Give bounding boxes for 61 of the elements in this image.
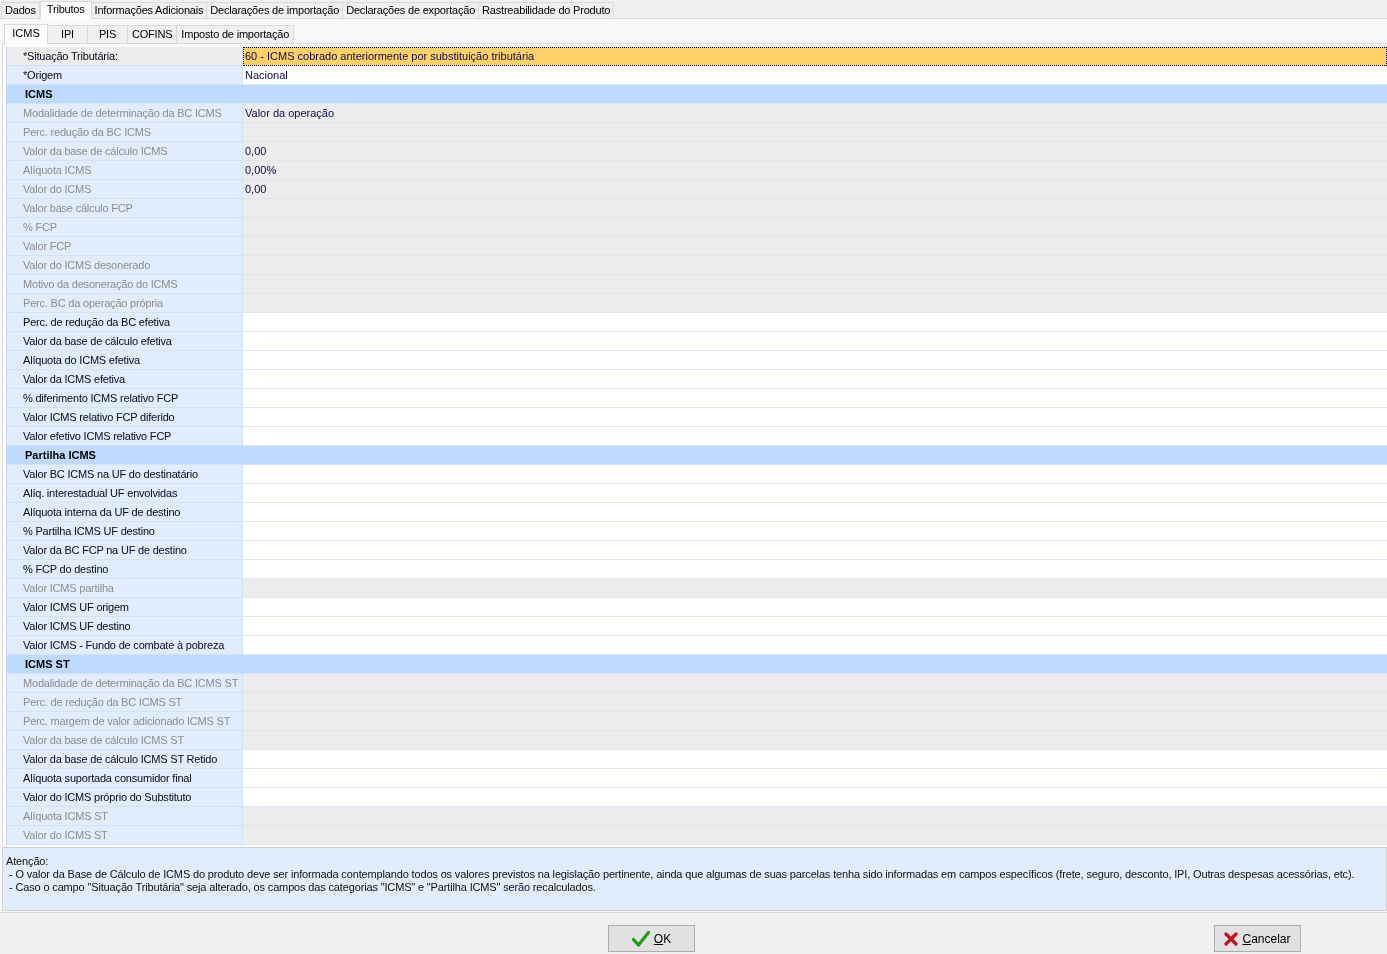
- field-label: Valor efetivo ICMS relativo FCP: [7, 427, 243, 446]
- field-label: Perc. redução da BC ICMS: [7, 123, 243, 142]
- tab[interactable]: Dados: [1, 2, 40, 18]
- close-icon: [1224, 931, 1239, 946]
- field-label: Valor ICMS partilha: [7, 579, 243, 598]
- field-label: Perc. de redução da BC ICMS ST: [7, 693, 243, 712]
- field-label: Valor do ICMS ST: [7, 826, 243, 845]
- field-label: Alíquota suportada consumidor final: [7, 769, 243, 788]
- note-text: - O valor da Base de Cálculo de ICMS do produto deve ser informada contemplando todos os valores previstos na legislação pertinente, ainda que algumas de suas parcelas tenha sido informadas em campos específicos (frete, seguro, desconto, IPI, Outras despesas acessórias, etc).: [8, 868, 1355, 881]
- ok-button[interactable]: OK: [608, 925, 695, 952]
- checkmark-icon: [631, 930, 650, 947]
- field-label: Modalidade de determinação da BC ICMS ST: [7, 674, 243, 693]
- field-label: Alíquota ICMS: [7, 161, 243, 180]
- field-label: Alíquota ICMS ST: [7, 807, 243, 826]
- field-label: Modalidade de determinação da BC ICMS: [7, 104, 243, 123]
- field-label: Valor base cálculo FCP: [7, 199, 243, 218]
- field-label: Alíquota interna da UF de destino: [7, 503, 243, 522]
- field-label: Valor da base de cálculo ICMS ST Retido: [7, 750, 243, 769]
- subtab[interactable]: ICMS: [4, 24, 48, 44]
- section-header: Partilha ICMS: [7, 446, 1387, 465]
- field-label: Alíquota do ICMS efetiva: [7, 351, 243, 370]
- tab[interactable]: Informações Adicionais: [90, 2, 208, 18]
- field-label: Motivo da desoneração do ICMS: [7, 275, 243, 294]
- field-label: Valor da base de cálculo efetiva: [7, 332, 243, 351]
- field-label: Valor da base de cálculo ICMS: [7, 142, 243, 161]
- field-label: Alíq. interestadual UF envolvidas: [7, 484, 243, 503]
- field-label: Valor ICMS - Fundo de combate à pobreza: [7, 636, 243, 655]
- field-label: Valor do ICMS desonerado: [7, 256, 243, 275]
- field-label: Valor ICMS UF origem: [7, 598, 243, 617]
- notes-title: Atenção:: [6, 855, 49, 868]
- field-label: Valor da base de cálculo ICMS ST: [7, 731, 243, 750]
- tab[interactable]: Declarações de exportação: [342, 2, 480, 18]
- field-label: % FCP: [7, 218, 243, 237]
- value-field[interactable]: 60 - ICMS cobrado anteriormente por substituição tributária: [243, 47, 1387, 66]
- tab[interactable]: Rastreabilidade do Produto: [478, 2, 615, 18]
- field-label: % FCP do destino: [7, 560, 243, 579]
- tab[interactable]: Declarações de importação: [206, 2, 344, 18]
- field-label: Valor FCP: [7, 237, 243, 256]
- field-label: *Situação Tributária:: [7, 47, 243, 66]
- cancel-button[interactable]: Cancelar: [1214, 925, 1301, 952]
- section-header: ICMS: [7, 85, 1387, 104]
- subtab[interactable]: Imposto de importação: [176, 25, 295, 43]
- field-label: % Partilha ICMS UF destino: [7, 522, 243, 541]
- field-label: Valor do ICMS próprio do Substituto: [7, 788, 243, 807]
- subtab[interactable]: COFINS: [127, 25, 178, 43]
- note-text: - Caso o campo "Situação Tributária" seja alterado, os campos das categorias "ICMS" e "Partilha ICMS" serão recalculados.: [8, 881, 596, 894]
- subtab[interactable]: PIS: [87, 25, 128, 43]
- field-label: Valor ICMS relativo FCP diferido: [7, 408, 243, 427]
- subtab[interactable]: IPI: [47, 25, 88, 43]
- field-label: Valor da ICMS efetiva: [7, 370, 243, 389]
- field-label: % diferimento ICMS relativo FCP: [7, 389, 243, 408]
- field-label: Perc. BC da operação própria: [7, 294, 243, 313]
- field-label: *Origem: [7, 66, 243, 85]
- section-header: ICMS ST: [7, 655, 1387, 674]
- field-label: Valor da BC FCP na UF de destino: [7, 541, 243, 560]
- field-label: Valor ICMS UF destino: [7, 617, 243, 636]
- field-label: Valor do ICMS: [7, 180, 243, 199]
- field-label: Perc. de redução da BC efetiva: [7, 313, 243, 332]
- tab[interactable]: Tributos: [39, 1, 92, 19]
- field-label: Perc. margem de valor adicionado ICMS ST: [7, 712, 243, 731]
- field-label: Valor BC ICMS na UF do destinatário: [7, 465, 243, 484]
